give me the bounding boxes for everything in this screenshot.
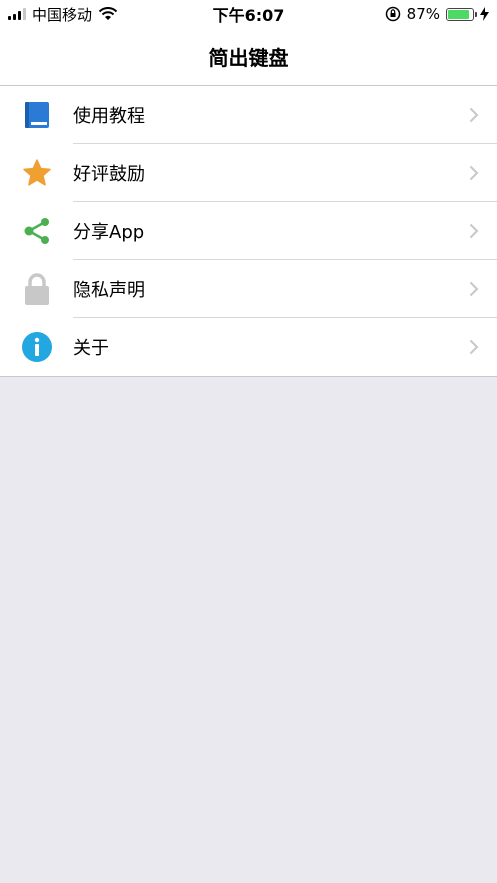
- battery-level-fill: [448, 9, 469, 19]
- page-title: 简出键盘: [208, 46, 289, 70]
- chevron-right-icon: [469, 339, 479, 355]
- menu-item-icon-box: [0, 86, 73, 144]
- menu-item-privacy[interactable]: 隐私声明: [0, 260, 497, 318]
- chevron-right-icon: [469, 107, 479, 122]
- info-icon: [21, 332, 52, 362]
- menu-item-about[interactable]: 关于: [0, 318, 497, 376]
- battery-icon: [446, 7, 477, 21]
- charging-bolt-icon: [480, 7, 489, 21]
- settings-list: 使用教程 好评鼓励 分享App 隐私声明 关于: [0, 86, 497, 377]
- menu-item-body: 隐私声明: [73, 260, 497, 318]
- wifi-icon: [98, 7, 118, 20]
- status-bar: 中国移动 下午6:07 87%: [0, 0, 497, 28]
- star-icon: [22, 159, 51, 186]
- status-right: 87%: [385, 5, 489, 23]
- menu-item-rate[interactable]: 好评鼓励: [0, 144, 497, 202]
- settings-screen: 中国移动 下午6:07 87% 简出键盘 使用教程 好评鼓励 分享App 隐私声…: [0, 0, 497, 883]
- chevron-right-icon: [469, 281, 479, 296]
- menu-item-label: 关于: [73, 338, 109, 359]
- share-icon: [24, 218, 49, 244]
- menu-item-label: 使用教程: [73, 105, 145, 127]
- menu-item-tutorial[interactable]: 使用教程: [0, 86, 497, 144]
- menu-item-body: 使用教程: [73, 86, 497, 144]
- menu-item-body: 分享App: [73, 202, 497, 260]
- menu-item-icon-box: [0, 144, 73, 202]
- lock-icon: [24, 273, 49, 305]
- menu-item-icon-box: [0, 318, 73, 376]
- status-left: 中国移动: [8, 4, 118, 25]
- menu-item-label: 分享App: [73, 221, 145, 243]
- menu-item-icon-box: [0, 260, 73, 318]
- chevron-right-icon: [469, 165, 479, 180]
- navigation-bar: 简出键盘: [0, 28, 497, 86]
- signal-strength-icon: [8, 8, 26, 20]
- menu-item-body: 好评鼓励: [73, 144, 497, 202]
- carrier-name: 中国移动: [32, 5, 93, 24]
- battery-percent: 87%: [406, 5, 440, 23]
- menu-item-share[interactable]: 分享App: [0, 202, 497, 260]
- book-icon: [24, 102, 49, 128]
- menu-item-label: 好评鼓励: [73, 163, 145, 185]
- menu-item-icon-box: [0, 202, 73, 260]
- menu-item-label: 隐私声明: [73, 279, 145, 301]
- chevron-right-icon: [469, 223, 479, 238]
- menu-item-body: 关于: [73, 318, 497, 376]
- orientation-lock-icon: [385, 6, 400, 22]
